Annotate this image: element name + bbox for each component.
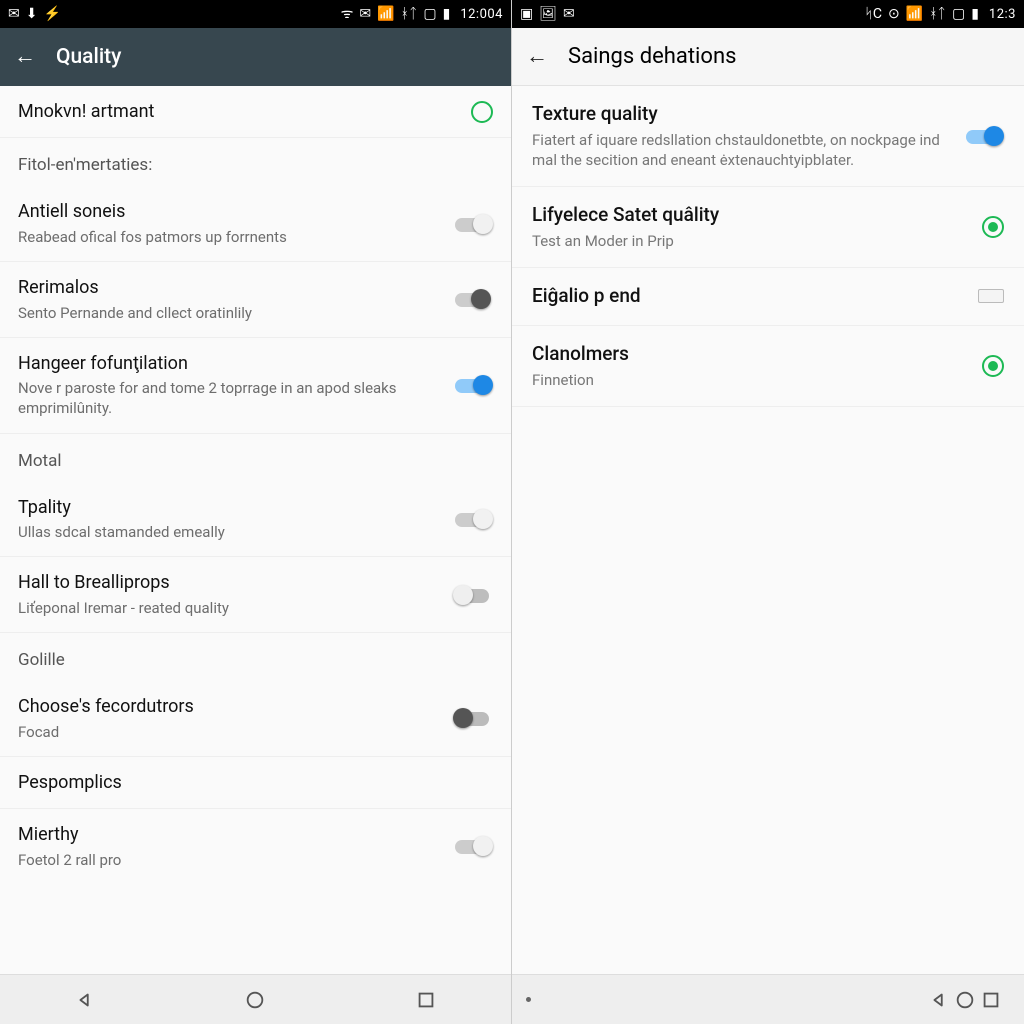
row-antiell[interactable]: Antiell soneis Reabead ofical fos patmor… [0,186,511,262]
row-title: Lifyelece Satet quâlity [532,203,970,228]
row-title: Hangeer fofunţilation [18,352,441,375]
row-hall[interactable]: Hall to Brealliprops Liťeponal Iremar - … [0,557,511,633]
status-icon-battery: ▮ [443,7,451,21]
status-icon-mail: ✉ [8,7,20,21]
row-texture-quality[interactable]: Texture quality Fiatert af iquare redsll… [512,86,1024,187]
row-tpality[interactable]: Tpality Ullas sdcal stamanded emeally [0,482,511,558]
row-title: Antiell soneis [18,200,441,223]
status-icon-app1: ▣ [520,7,533,21]
section-header-golille: Golille [0,633,511,681]
switch-rerimalos[interactable] [453,288,493,310]
statusbar-left: ✉ ⬇ ⚡ ᯤ ✉ 📶 ᚼᛏ ▢ ▮ 12:004 [0,0,511,28]
status-icon-wifi: ᯤ [341,7,354,21]
statusbar-right: ▣ 🖼 ✉ ᛋC ⊙ 📶 ᚼᛏ ▢ ▮ 12:3 [512,0,1024,28]
status-icon-mail: ✉ [563,7,575,21]
status-icon-battery-outline: ▢ [952,7,965,21]
status-icon-net: ᛋC [864,7,882,21]
nav-back-icon[interactable] [72,987,98,1013]
status-clock: 12:3 [989,7,1016,22]
row-sub: Focad [18,722,441,742]
status-icon-rune: ᚼᛏ [929,7,946,21]
nav-home-icon[interactable] [952,987,978,1013]
status-icon-charge: ⚡ [43,7,60,21]
row-title: Hall to Brealliprops [18,571,441,594]
nav-home-icon[interactable] [242,987,268,1013]
navbar-right [512,974,1024,1024]
row-mierthy[interactable]: Mierthy Foetol 2 rall pro [0,809,511,884]
row-sub: Foetol 2 rall pro [18,850,441,870]
row-title: Eiĝalio p end [532,284,966,309]
switch-hangeer[interactable] [453,374,493,396]
row-title: Tpality [18,496,441,519]
status-icon-app2: 🖼 [539,7,557,21]
row-sub: Finnetion [532,370,970,390]
nav-back-icon[interactable] [926,987,952,1013]
back-icon[interactable]: ← [14,46,36,68]
switch-choose[interactable] [453,707,493,729]
row-clanolmers[interactable]: Clanolmers Finnetion [512,326,1024,407]
row-title: Pespomplics [18,771,493,794]
row-sub: Nove r paroste for and tome 2 toprrage i… [18,378,441,419]
row-hangeer[interactable]: Hangeer fofunţilation Nove r paroste for… [0,338,511,434]
row-sub: Test an Moder in Prip [532,231,970,251]
status-icon-loc: ⊙ [888,7,900,21]
navbar-left [0,974,511,1024]
switch-antiell[interactable] [453,213,493,235]
row-choose[interactable]: Choose's fecordutrors Focad [0,681,511,757]
toggle-eigalio[interactable] [978,289,1004,303]
switch-tpality[interactable] [453,508,493,530]
status-clock: 12:004 [460,7,503,22]
row-pespomplics[interactable]: Pespomplics [0,757,511,809]
radio-lifyelece[interactable] [982,216,1004,238]
switch-texture[interactable] [964,125,1004,147]
row-rerimalos[interactable]: Rerimalos Sento Pernande and cllect orat… [0,262,511,338]
status-icon-battery-outline: ▢ [423,7,436,21]
appbar-title: Saings dehations [568,44,736,69]
back-icon[interactable]: ← [526,46,548,68]
settings-list-left[interactable]: Mnokvn! artmant Fitol-en'mertaties: Anti… [0,86,511,974]
radio-mnokvn[interactable] [471,101,493,123]
row-eigalio[interactable]: Eiĝalio p end [512,268,1024,326]
row-title: Choose's fecordutrors [18,695,441,718]
row-title: Clanolmers [532,342,970,367]
section-title: Fitol-en'mertaties: [18,154,493,176]
row-title: Mnokvn! artmant [18,100,459,123]
appbar-title: Quality [56,45,121,69]
status-icon-download: ⬇ [26,7,38,21]
section-header-motal: Motal [0,434,511,482]
switch-mierthy[interactable] [453,835,493,857]
section-title: Golille [18,649,493,671]
status-icon-battery: ▮ [971,7,979,21]
phone-left: ✉ ⬇ ⚡ ᯤ ✉ 📶 ᚼᛏ ▢ ▮ 12:004 ← Quality Mnok… [0,0,512,1024]
status-icon-mail2: ✉ [359,7,371,21]
nav-recent-icon[interactable] [978,987,1004,1013]
section-title: Motal [18,450,493,472]
settings-list-right[interactable]: Texture quality Fiatert af iquare redsll… [512,86,1024,974]
switch-hall[interactable] [453,584,493,606]
row-sub: Fiatert af iquare redsllation chstauldon… [532,130,952,171]
row-title: Texture quality [532,102,952,127]
radio-clanolmers[interactable] [982,355,1004,377]
nav-recent-icon[interactable] [413,987,439,1013]
appbar-right: ← Saings dehations [512,28,1024,86]
row-sub: Ullas sdcal stamanded emeally [18,522,441,542]
row-sub: Reabead ofical fos patmors up forrnents [18,227,441,247]
row-sub: Liťeponal Iremar - reated quality [18,598,441,618]
appbar-left: ← Quality [0,28,511,86]
status-icon-signal: 📶 [377,7,394,21]
row-title: Rerimalos [18,276,441,299]
status-icon-rune: ᚼᛏ [401,7,418,21]
row-title: Mierthy [18,823,441,846]
row-mnokvn[interactable]: Mnokvn! artmant [0,86,511,138]
row-lifyelece[interactable]: Lifyelece Satet quâlity Test an Moder in… [512,187,1024,268]
row-sub: Sento Pernande and cllect oratinlily [18,303,441,323]
nav-dot-icon [526,997,531,1002]
section-header-fitol: Fitol-en'mertaties: [0,138,511,186]
status-icon-signal: 📶 [906,7,923,21]
phone-right: ▣ 🖼 ✉ ᛋC ⊙ 📶 ᚼᛏ ▢ ▮ 12:3 ← Saings dehati… [512,0,1024,1024]
